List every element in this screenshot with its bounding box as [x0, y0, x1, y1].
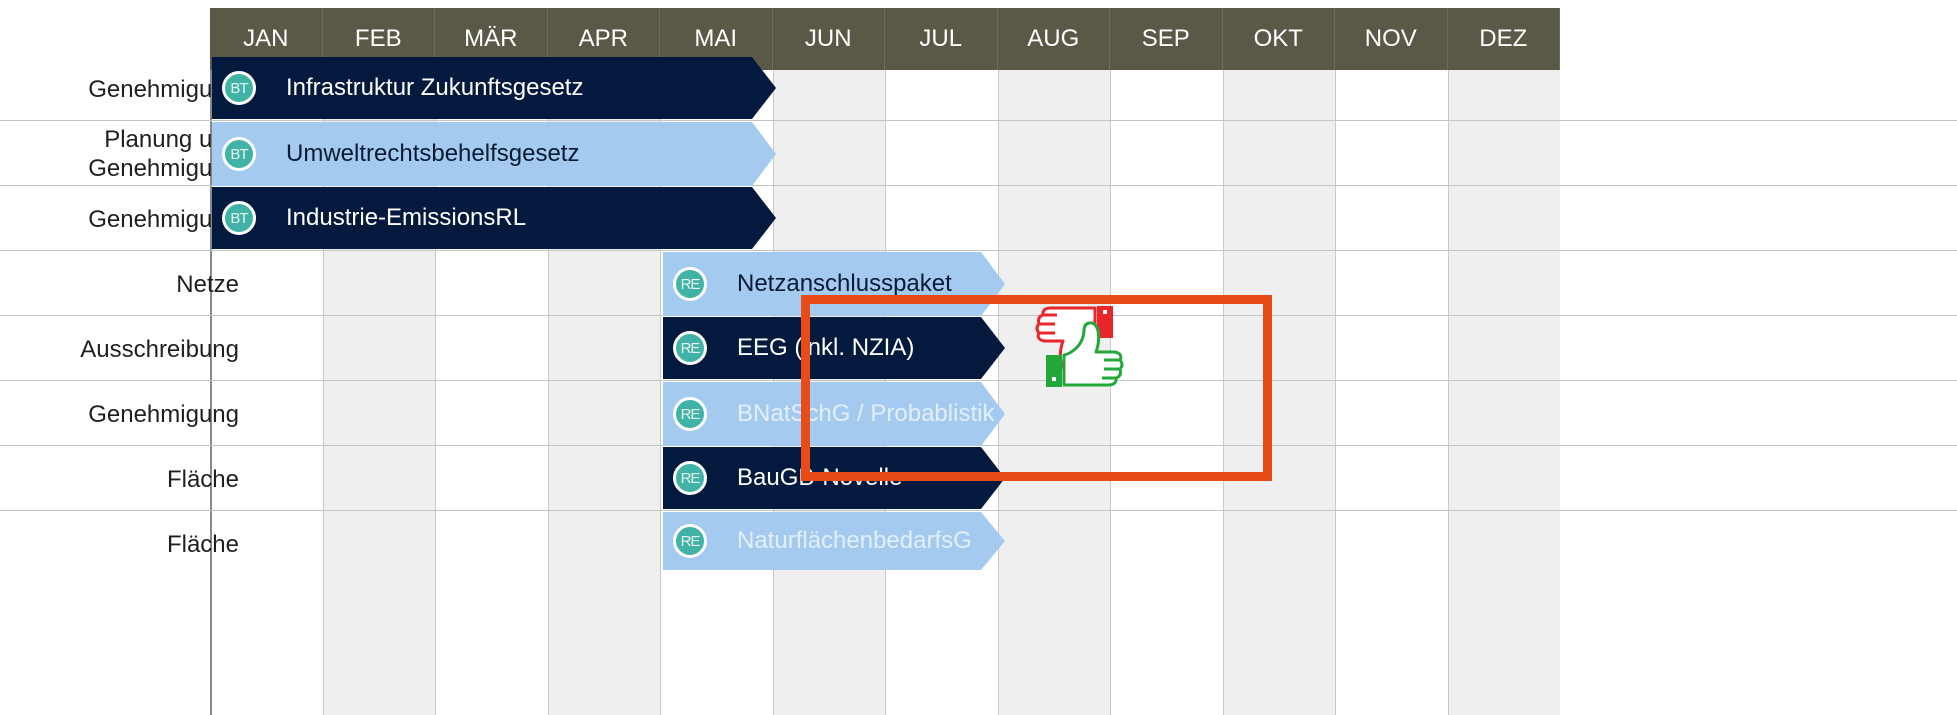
row-category-label: Ausschreibung — [80, 335, 239, 363]
bar-label: Infrastruktur Zukunftsgesetz — [286, 74, 584, 101]
badge-icon: RE — [673, 331, 707, 365]
row-category-label: Genehmigung — [88, 75, 239, 103]
badge-icon: BT — [222, 71, 256, 105]
month-label: NOV — [1335, 8, 1448, 70]
row-divider — [0, 510, 1957, 511]
row-divider — [0, 120, 1957, 121]
badge-icon: RE — [673, 461, 707, 495]
month-column — [1447, 70, 1560, 715]
month-label: JUN — [772, 8, 885, 70]
timeline-diagram: JAN FEB MÄR APR MAI JUN JUL AUG SEP OKT NOV DEZ Gen… — [0, 0, 1957, 715]
row-category-label: Planung und Genehmigung — [88, 126, 239, 182]
bar-label: Industrie-EmissionsRL — [286, 204, 527, 231]
bar-label: Umweltrechtsbehelfsgesetz — [286, 140, 580, 167]
month-label: DEZ — [1447, 8, 1560, 70]
row-category-label: Fläche — [166, 465, 239, 493]
badge-icon: BT — [222, 201, 256, 235]
bar-label: Netzanschlusspaket — [737, 270, 952, 297]
month-column — [1335, 70, 1448, 715]
timeline-bar: BT Industrie-EmissionsRL — [212, 187, 776, 249]
row-divider — [0, 250, 1957, 251]
badge-icon: RE — [673, 524, 707, 558]
thumbs-up-icon — [1046, 321, 1124, 387]
timeline-bar: BT Umweltrechtsbehelfsgesetz — [212, 122, 776, 186]
month-label: AUG — [997, 8, 1110, 70]
badge-icon: RE — [673, 397, 707, 431]
bar-label: NaturflächenbedarfsG — [737, 527, 972, 554]
badge-icon: BT — [222, 137, 256, 171]
month-label: SEP — [1110, 8, 1223, 70]
row-category-label: Fläche — [166, 530, 239, 558]
month-label: OKT — [1222, 8, 1335, 70]
row-category-label: Netze — [176, 270, 239, 298]
row-category-label: Genehmigung — [88, 400, 239, 428]
month-label: JUL — [885, 8, 998, 70]
row-category-label: Genehmigung — [88, 205, 239, 233]
timeline-bar: RE NaturflächenbedarfsG — [663, 512, 1005, 570]
timeline-bar: BT Infrastruktur Zukunftsgesetz — [212, 57, 776, 119]
badge-icon: RE — [673, 267, 707, 301]
